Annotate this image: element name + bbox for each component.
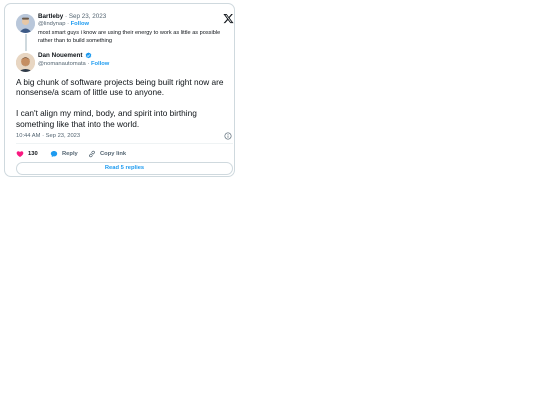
main-author-name[interactable]: Dan Nouement [38, 52, 82, 59]
reply-handle-row: @lindynap · Follow [38, 21, 89, 27]
reply-date[interactable]: Sep 23, 2023 [69, 13, 106, 20]
avatar-image [16, 14, 35, 33]
copy-link-button[interactable]: Copy link [88, 150, 126, 158]
like-count: 130 [28, 151, 38, 157]
info-icon[interactable] [224, 132, 232, 140]
divider [16, 143, 233, 144]
like-button[interactable]: 130 [16, 150, 38, 158]
main-tweet-paragraph-1: A big chunk of software projects being b… [16, 77, 224, 98]
main-tweet-text: A big chunk of software projects being b… [16, 77, 236, 129]
link-icon [89, 150, 95, 158]
reply-author-name[interactable]: Bartleby [38, 13, 63, 20]
heart-icon [16, 151, 24, 157]
verified-badge-icon [85, 52, 92, 59]
reply-handle[interactable]: @lindynap [38, 21, 65, 27]
reply-label: Reply [62, 151, 78, 157]
embedded-tweet-card: Bartleby · Sep 23, 2023 @lindynap · Foll… [4, 3, 235, 177]
reply-author-row: Bartleby · Sep 23, 2023 [38, 13, 106, 20]
copy-link-label: Copy link [100, 151, 127, 157]
x-logo-icon[interactable] [223, 13, 234, 24]
main-handle-row: @nomanautomata · Follow [38, 61, 109, 67]
follow-reply-author-link[interactable]: Follow [71, 21, 89, 27]
reply-bubble-icon [50, 151, 58, 158]
reply-tweet-text: most smart guys i know are using their e… [38, 30, 221, 44]
main-tweet-paragraph-2: I can't align my mind, body, and spirit … [16, 108, 197, 129]
avatar-image [16, 53, 35, 72]
main-handle[interactable]: @nomanautomata [38, 61, 86, 67]
avatar-dan-nouement[interactable] [16, 53, 35, 72]
follow-main-author-link[interactable]: Follow [91, 61, 109, 67]
reply-button[interactable]: Reply [50, 150, 78, 158]
read-replies-button[interactable]: Read 5 replies [16, 162, 233, 175]
tweet-timestamp[interactable]: 10:44 AM · Sep 23, 2023 [16, 133, 80, 139]
avatar-bartleby[interactable] [16, 14, 35, 33]
thread-connector-line [25, 34, 27, 51]
main-author-row: Dan Nouement [38, 52, 92, 59]
